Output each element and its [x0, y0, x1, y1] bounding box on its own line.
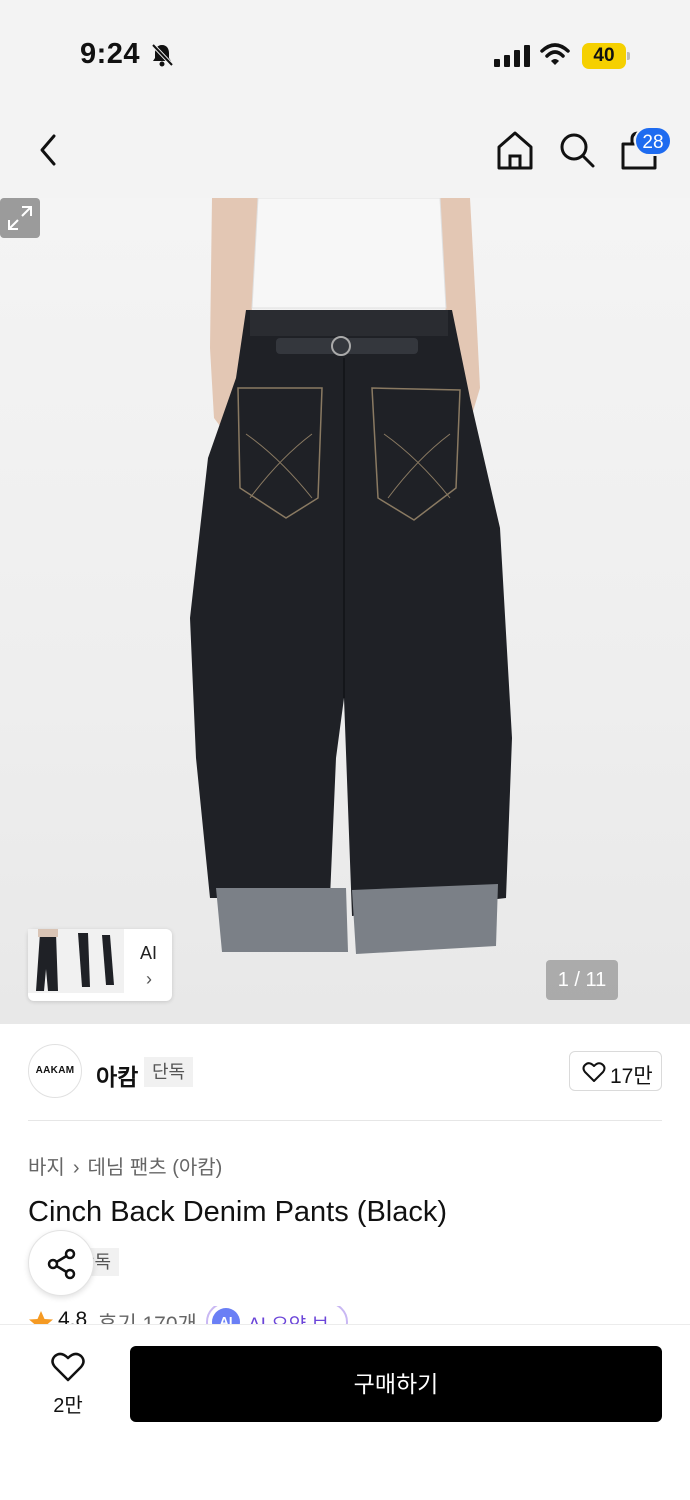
thumbnail-ai-label: AI	[140, 943, 158, 963]
exclusive-brand-badge: 단독	[144, 1057, 194, 1087]
cellular-signal-icon	[494, 45, 530, 67]
search-icon[interactable]	[556, 128, 598, 172]
wishlist-count: 2만	[53, 1395, 83, 1417]
ai-thumbnail-strip[interactable]: AI ›	[28, 929, 172, 1001]
image-page-counter: 1 / 11	[546, 960, 618, 1000]
product-photo	[190, 198, 512, 954]
breadcrumb: 바지 › 데님 팬츠 (아캄)	[28, 1151, 222, 1180]
chevron-right-icon: ›	[146, 969, 152, 989]
divider	[28, 1120, 662, 1121]
brand-like-count: 17만	[610, 1065, 653, 1088]
brand-logo[interactable]: AAKAM	[28, 1044, 82, 1098]
battery-icon: 40	[582, 43, 630, 69]
status-time: 9:24	[80, 38, 141, 70]
bell-slash-icon	[151, 43, 174, 67]
thumbnail-images	[28, 929, 124, 993]
chevron-left-icon[interactable]	[28, 128, 68, 172]
breadcrumb-subcategory[interactable]: 데님 팬츠 (아캄)	[87, 1151, 222, 1180]
status-bar: 9:24 40	[0, 0, 690, 100]
heart-icon	[582, 1062, 606, 1082]
heart-outline-icon	[51, 1352, 85, 1382]
ai-summary-button[interactable]: AI AI 요약 보기	[206, 1306, 348, 1326]
breadcrumb-category[interactable]: 바지	[28, 1151, 65, 1180]
wifi-icon	[540, 43, 570, 65]
rating-row[interactable]: 4.8 후기 170개 AI AI 요약 보기	[28, 1306, 428, 1326]
battery-level: 40	[593, 45, 615, 66]
top-nav: 28	[0, 100, 690, 198]
expand-icon[interactable]	[0, 198, 40, 238]
share-icon	[47, 1248, 76, 1280]
buy-button[interactable]: 구매하기	[130, 1346, 662, 1422]
product-image-gallery[interactable]: AI › 1 / 11	[0, 198, 690, 1024]
wishlist-button[interactable]: 2만	[36, 1347, 100, 1417]
brand-name[interactable]: 아캄	[96, 1058, 138, 1092]
home-icon[interactable]	[494, 128, 536, 172]
share-button[interactable]	[28, 1230, 94, 1296]
chevron-right-icon: ›	[72, 1157, 80, 1179]
cart-count-badge[interactable]: 28	[634, 126, 672, 156]
product-title: Cinch Back Denim Pants (Black)	[28, 1196, 448, 1228]
brand-like-button[interactable]: 17만	[569, 1051, 662, 1091]
bottom-action-bar: 2만 구매하기	[0, 1324, 690, 1500]
